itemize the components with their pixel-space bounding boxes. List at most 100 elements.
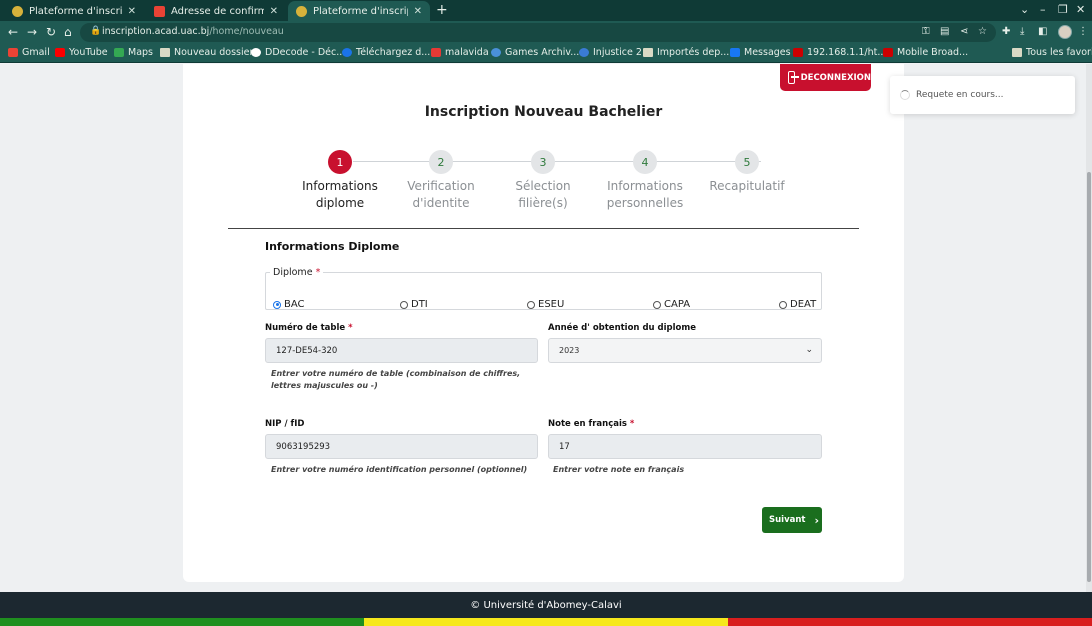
section-title: Informations Diplome: [265, 240, 400, 253]
minimize-icon[interactable]: –: [1040, 3, 1046, 16]
globe-icon: [491, 48, 501, 57]
bookmark-folder-nouveau[interactable]: Nouveau dossier: [160, 47, 253, 58]
translate-icon[interactable]: ▤: [940, 26, 949, 37]
radio-capa[interactable]: CAPA: [653, 299, 690, 310]
table-number-input[interactable]: 127-DE54-320: [265, 338, 538, 363]
tab-title: Plateforme d'inscription: [313, 5, 408, 17]
bookmark-ddecode[interactable]: DDecode - Déc...: [251, 47, 345, 58]
nip-help: Entrer votre numéro identification perso…: [271, 465, 528, 474]
folder-icon: [1012, 48, 1022, 57]
tab-title: Adresse de confirmation: [171, 5, 264, 17]
toast-text: Requete en cours...: [916, 90, 1004, 100]
bookmarks-bar: Gmail YouTube Maps Nouveau dossier DDeco…: [0, 44, 1092, 63]
sidepanel-icon[interactable]: ◧: [1038, 26, 1047, 37]
year-label: Année d' obtention du diplome: [548, 323, 696, 333]
favicon-icon: [296, 5, 307, 17]
year-select[interactable]: 2023 ⌄: [548, 338, 822, 363]
extensions-icon[interactable]: ✚: [1002, 26, 1010, 37]
bookmark-mobile-broadband[interactable]: Mobile Broad...: [883, 47, 968, 58]
close-icon[interactable]: ✕: [270, 6, 278, 17]
diploma-legend: Diplome *: [273, 267, 321, 278]
step-5-dot[interactable]: 5: [735, 150, 759, 174]
malavida-icon: [431, 48, 441, 57]
browser-tabbar: Plateforme d'inscription ✕ Adresse de co…: [0, 0, 1092, 21]
step-3-dot[interactable]: 3: [531, 150, 555, 174]
nip-label: NIP / fID: [265, 419, 305, 429]
youtube-icon: [55, 48, 65, 57]
page-title: Inscription Nouveau Bachelier: [424, 104, 663, 120]
browser-tab-3[interactable]: Plateforme d'inscription ✕: [288, 1, 430, 21]
next-button[interactable]: Suivant ›: [762, 507, 822, 533]
nip-input[interactable]: 9063195293: [265, 434, 538, 459]
tab-title: Plateforme d'inscription: [29, 5, 122, 17]
close-icon[interactable]: ✕: [128, 6, 136, 17]
lock-icon: 🔒: [90, 26, 102, 36]
radio-eseu[interactable]: ESEU: [527, 299, 564, 310]
french-grade-input[interactable]: 17: [548, 434, 822, 459]
table-number-label: Numéro de table *: [265, 323, 353, 333]
huawei-icon: [793, 48, 803, 57]
menu-icon[interactable]: ⋮: [1078, 26, 1088, 37]
french-grade-help: Entrer votre note en français: [553, 465, 685, 474]
bookmark-router[interactable]: 192.168.1.1/ht...: [793, 47, 886, 58]
avatar[interactable]: [1058, 25, 1072, 39]
folder-icon: [160, 48, 170, 57]
flag-yellow: [364, 618, 728, 626]
radio-icon: [400, 300, 408, 309]
maps-icon: [114, 48, 124, 57]
bookmark-youtube[interactable]: YouTube: [55, 47, 108, 58]
browser-tab-2[interactable]: Adresse de confirmation ✕: [146, 1, 286, 21]
step-3-label: Sélection filière(s): [515, 179, 571, 210]
radio-icon: [527, 300, 535, 309]
new-tab-button[interactable]: +: [436, 2, 448, 18]
flag-red: [728, 618, 1092, 626]
bookmark-injustice[interactable]: Injustice 2: [579, 47, 642, 58]
flag-stripe: [0, 618, 1092, 626]
address-bar[interactable]: 🔒 inscription.acad.uac.bj/home/nouveau: [80, 23, 996, 42]
maximize-icon[interactable]: ❐: [1058, 3, 1068, 16]
scrollbar[interactable]: [1086, 64, 1092, 592]
bookmark-maps[interactable]: Maps: [114, 47, 153, 58]
chevron-down-icon[interactable]: ⌄: [1020, 3, 1029, 16]
gmail-icon: [154, 5, 165, 17]
bookmark-telechargez[interactable]: Téléchargez d...: [342, 47, 430, 58]
radio-bac[interactable]: BAC: [273, 299, 305, 310]
radio-icon: [653, 300, 661, 309]
back-icon[interactable]: ←: [8, 25, 18, 39]
step-2-dot[interactable]: 2: [429, 150, 453, 174]
scrollbar-thumb[interactable]: [1087, 172, 1091, 582]
radio-icon: [779, 300, 787, 309]
bookmark-gmail[interactable]: Gmail: [8, 47, 50, 58]
bookmark-malavida[interactable]: malavida: [431, 47, 489, 58]
forward-icon[interactable]: →: [27, 25, 37, 39]
logout-button[interactable]: DECONNEXION: [780, 64, 871, 91]
key-icon[interactable]: ⚿: [922, 26, 930, 37]
home-icon[interactable]: ⌂: [64, 25, 72, 39]
bookmark-folder-importes[interactable]: Importés dep...: [643, 47, 729, 58]
step-2-label: Verification d'identite: [407, 179, 475, 210]
reload-icon[interactable]: ↻: [46, 25, 56, 39]
bookmark-star-icon[interactable]: ☆: [978, 26, 987, 37]
next-label: Suivant: [769, 515, 806, 525]
download-icon[interactable]: ⤓: [1020, 26, 1024, 37]
step-1-dot[interactable]: 1: [328, 150, 352, 174]
bookmark-all-favorites[interactable]: Tous les favoris: [1012, 47, 1092, 58]
radio-dti[interactable]: DTI: [400, 299, 428, 310]
ddecode-icon: [251, 48, 261, 57]
gmail-icon: [8, 48, 18, 57]
browser-tab-1[interactable]: Plateforme d'inscription ✕: [4, 1, 144, 21]
french-grade-label: Note en français *: [548, 419, 635, 429]
bookmark-games-archive[interactable]: Games Archiv...: [491, 47, 579, 58]
radio-deat[interactable]: DEAT: [779, 299, 816, 310]
year-value: 2023: [559, 346, 580, 355]
step-4-dot[interactable]: 4: [633, 150, 657, 174]
loading-toast: Requete en cours...: [890, 76, 1075, 114]
close-window-icon[interactable]: ✕: [1076, 3, 1085, 16]
step-1-label: Informations diplome: [302, 179, 378, 210]
close-icon[interactable]: ✕: [414, 6, 422, 17]
chevron-down-icon: ⌄: [805, 345, 813, 355]
huawei-icon: [883, 48, 893, 57]
share-icon[interactable]: ⋖: [960, 26, 968, 37]
bookmark-messages[interactable]: Messages: [730, 47, 791, 58]
divider: [228, 228, 859, 229]
